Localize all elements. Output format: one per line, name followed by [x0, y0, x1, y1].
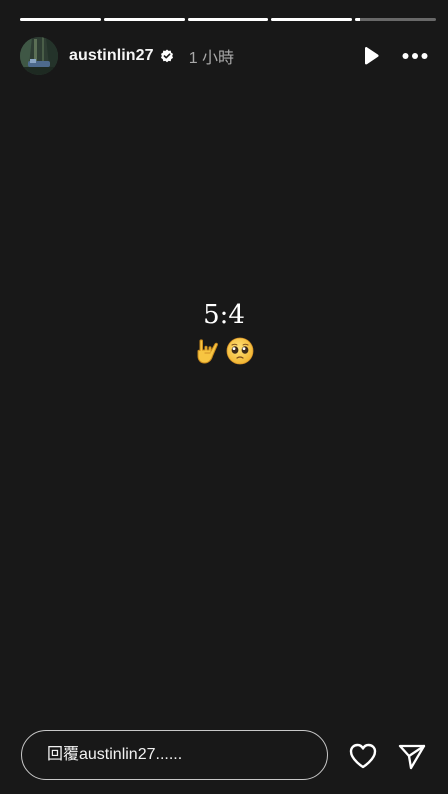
more-icon[interactable] [402, 52, 428, 60]
story-progress-bar [20, 18, 436, 21]
verified-badge-icon [160, 49, 174, 63]
pleading-face-emoji [225, 336, 255, 371]
progress-segment [271, 18, 353, 21]
story-viewer[interactable]: austinlin27 1 小時 5:4 [0, 0, 448, 794]
reply-input[interactable] [47, 746, 307, 764]
rock-on-hand-emoji [193, 336, 223, 371]
story-header: austinlin27 1 小時 [20, 37, 428, 75]
post-time: 1 小時 [188, 50, 235, 67]
story-text: 5:4 [203, 300, 245, 330]
progress-segment-current [355, 18, 436, 21]
header-actions [362, 46, 428, 66]
send-icon[interactable] [396, 740, 428, 772]
progress-segment [187, 18, 269, 21]
play-icon[interactable] [362, 46, 380, 66]
story-emojis [0, 336, 448, 371]
reply-field[interactable] [21, 730, 328, 780]
heart-icon[interactable] [347, 740, 379, 772]
avatar[interactable] [20, 37, 58, 75]
progress-segment [20, 18, 101, 21]
username[interactable]: austinlin27 [69, 47, 154, 65]
progress-segment [103, 18, 185, 21]
